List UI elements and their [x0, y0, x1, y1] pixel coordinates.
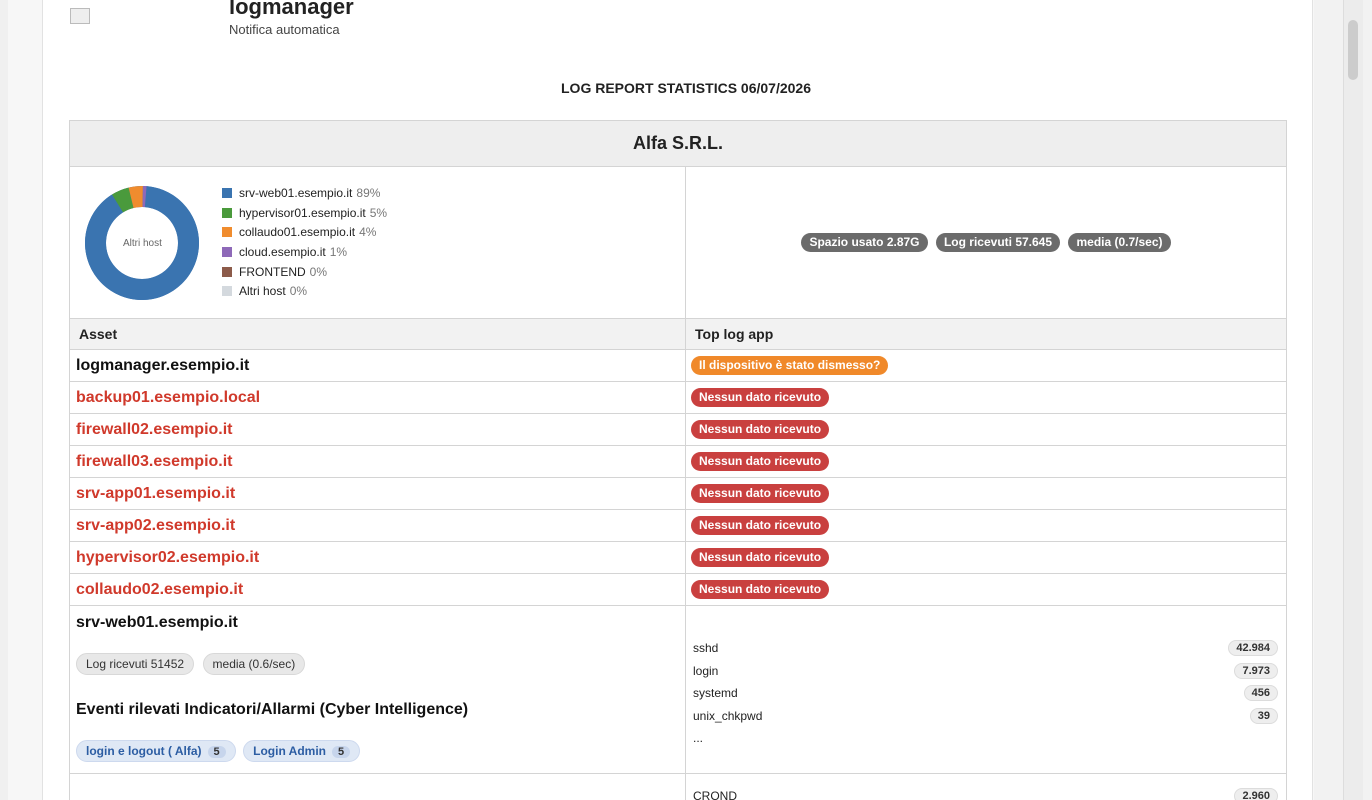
legend-percent: 0%: [309, 264, 328, 279]
legend-item: cloud.esempio.it 1%: [222, 242, 387, 262]
app-count: 7.973: [1234, 662, 1278, 679]
asset-name: srv-app01.esempio.it: [69, 477, 686, 510]
event-count: 5: [332, 746, 351, 758]
report-title: LOG REPORT STATISTICS 06/07/2026: [561, 80, 811, 96]
legend-percent: 1%: [329, 245, 348, 260]
app-name: unix_chkpwd: [693, 708, 763, 723]
host-detail-row: srv-web01.esempio.it Log ricevuti 51452 …: [69, 605, 1287, 774]
status-badge: Nessun dato ricevuto: [691, 516, 830, 535]
asset-name: collaudo02.esempio.it: [69, 573, 686, 606]
legend-swatch: [222, 207, 232, 218]
legend-label: FRONTEND: [239, 264, 306, 279]
status-badge: Nessun dato ricevuto: [691, 388, 830, 407]
app-count: 2.960: [1234, 788, 1278, 800]
app-count: 39: [1249, 707, 1278, 724]
top-app-column-header: Top log app: [685, 318, 1287, 350]
app-subtitle: Notifica automatica: [229, 22, 340, 37]
event-pill-login-logout[interactable]: login e logout ( Alfa) 5: [76, 740, 236, 762]
detail-host-name: srv-web01.esempio.it: [76, 614, 238, 631]
list-item: login 7.973: [693, 660, 1278, 683]
asset-name: hypervisor02.esempio.it: [69, 541, 686, 574]
legend-item: collaudo01.esempio.it 4%: [222, 223, 387, 243]
list-item: systemd 456: [693, 682, 1278, 705]
scrollbar[interactable]: [1343, 0, 1363, 800]
legend-item: Altri host 0%: [222, 281, 387, 301]
legend-swatch: [222, 188, 232, 199]
space-used-badge: Spazio usato 2.87G: [801, 233, 928, 252]
app-name: sshd: [693, 641, 719, 656]
legend-label: collaudo01.esempio.it: [239, 225, 356, 240]
host-detail-cell: srv-web01.esempio.it Log ricevuti 51452 …: [69, 605, 686, 774]
app-count: 456: [1243, 685, 1278, 702]
status-badge: Nessun dato ricevuto: [691, 452, 830, 471]
asset-name: backup01.esempio.local: [69, 381, 686, 414]
more-indicator: ...: [693, 731, 704, 746]
asset-name: srv-app02.esempio.it: [69, 509, 686, 542]
status-badge: Nessun dato ricevuto: [691, 484, 830, 503]
table-row: backup01.esempio.local Nessun dato ricev…: [69, 381, 1287, 414]
top-apps-cell: CROND 2.960: [685, 773, 1287, 800]
legend-label: Altri host: [239, 284, 286, 299]
legend-swatch: [222, 227, 232, 238]
detail-logs-pill: Log ricevuti 51452: [76, 653, 195, 675]
event-pill-login-admin[interactable]: Login Admin 5: [243, 740, 361, 762]
table-row: firewall03.esempio.it Nessun dato ricevu…: [69, 445, 1287, 478]
pie-cell: Altri host srv-web01.esempio.it 89% hyperv…: [69, 166, 686, 319]
asset-name: firewall03.esempio.it: [69, 445, 686, 478]
event-count: 5: [207, 746, 226, 758]
app-title: logmanager: [229, 0, 354, 19]
list-item-more: ...: [693, 727, 1278, 750]
pie-legend: srv-web01.esempio.it 89% hypervisor01.esem…: [222, 184, 387, 302]
empty-cell: [69, 773, 686, 800]
legend-percent: 5%: [369, 205, 388, 220]
app-name: login: [693, 663, 719, 678]
logo-image: [70, 8, 90, 24]
app-name: systemd: [693, 686, 738, 701]
events-title: Eventi rilevati Indicatori/Allarmi (Cybe…: [76, 701, 469, 718]
status-badge: Nessun dato ricevuto: [691, 580, 830, 599]
legend-label: cloud.esempio.it: [239, 245, 326, 260]
list-item: sshd 42.984: [693, 637, 1278, 660]
legend-label: srv-web01.esempio.it: [239, 186, 353, 201]
list-item: unix_chkpwd 39: [693, 705, 1278, 728]
status-badge: Nessun dato ricevuto: [691, 548, 830, 567]
scrollbar-thumb[interactable]: [1348, 20, 1358, 80]
summary-cell: Spazio usato 2.87G Log ricevuti 57.645 m…: [685, 166, 1287, 319]
legend-percent: 0%: [289, 284, 308, 299]
donut-center-label: Altri host: [123, 237, 162, 249]
table-row: hypervisor02.esempio.it Nessun dato rice…: [69, 541, 1287, 574]
legend-percent: 4%: [359, 225, 377, 240]
list-item: CROND 2.960: [686, 782, 1286, 800]
asset-name: logmanager.esempio.it: [69, 349, 686, 382]
logs-received-badge: Log ricevuti 57.645: [935, 233, 1061, 252]
legend-item: FRONTEND 0%: [222, 262, 387, 282]
app-name: CROND: [693, 789, 737, 800]
legend-item: hypervisor01.esempio.it 5%: [222, 203, 387, 223]
event-label: login e logout ( Alfa): [86, 744, 202, 758]
app-count: 42.984: [1228, 640, 1278, 657]
legend-swatch: [222, 266, 232, 277]
status-badge: Nessun dato ricevuto: [691, 420, 830, 439]
rate-badge: media (0.7/sec): [1068, 233, 1171, 252]
top-apps-cell: sshd 42.984 login 7.973 systemd 456 unix_ch…: [685, 605, 1287, 774]
legend-swatch: [222, 247, 232, 258]
table-row: logmanager.esempio.it Il dispositivo è s…: [69, 349, 1287, 382]
status-badge: Il dispositivo è stato dismesso?: [691, 356, 889, 375]
legend-item: srv-web01.esempio.it 89%: [222, 184, 387, 204]
legend-swatch: [222, 286, 232, 297]
report-table: Alfa S.R.L. Altri host srv-web01.esempio…: [69, 120, 1287, 800]
table-row: CROND 2.960: [69, 773, 1287, 800]
asset-column-header: Asset: [69, 318, 686, 350]
event-label: Login Admin: [253, 744, 326, 758]
asset-name: firewall02.esempio.it: [69, 413, 686, 446]
table-row: srv-app02.esempio.it Nessun dato ricevut…: [69, 509, 1287, 542]
table-row: firewall02.esempio.it Nessun dato ricevu…: [69, 413, 1287, 446]
table-row: collaudo02.esempio.it Nessun dato ricevu…: [69, 573, 1287, 606]
detail-rate-pill: media (0.6/sec): [202, 653, 306, 675]
table-row: srv-app01.esempio.it Nessun dato ricevut…: [69, 477, 1287, 510]
company-name: Alfa S.R.L.: [69, 120, 1287, 167]
legend-percent: 89%: [356, 186, 381, 201]
legend-label: hypervisor01.esempio.it: [239, 205, 366, 220]
